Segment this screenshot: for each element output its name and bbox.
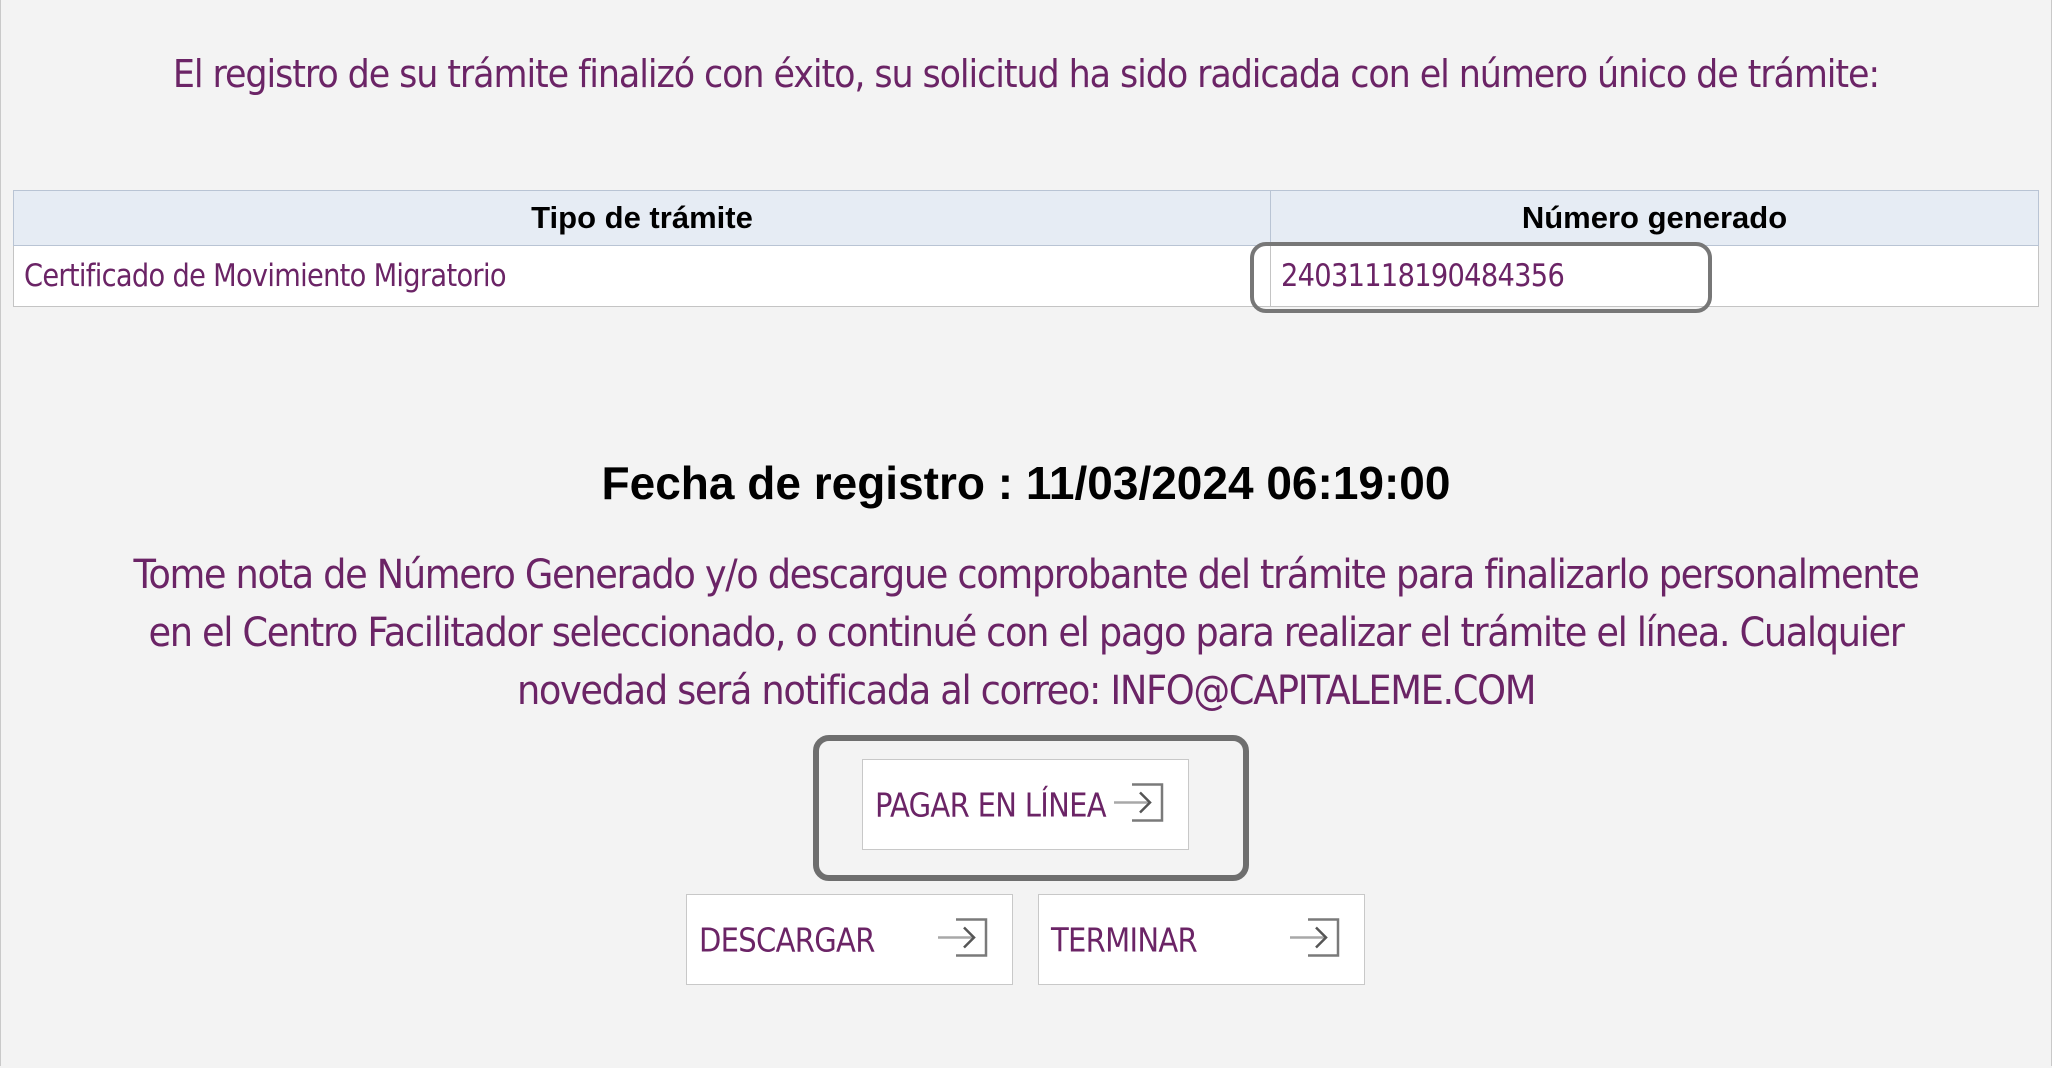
download-label: DESCARGAR <box>699 920 875 959</box>
finish-label: TERMINAR <box>1051 920 1198 959</box>
table-header-row: Tipo de trámite Número generado <box>13 190 2039 246</box>
instruction-note-text: Tome nota de Número Generado y/o descarg… <box>133 552 1919 714</box>
instruction-note: Tome nota de Número Generado y/o descarg… <box>40 546 2012 720</box>
success-message: El registro de su trámite finalizó con é… <box>172 52 1880 96</box>
result-table: Tipo de trámite Número generado Certific… <box>13 190 2039 307</box>
fecha-registro: Fecha de registro : 11/03/2024 06:19:00 <box>601 457 1451 509</box>
sign-in-arrow-icon <box>1112 778 1168 831</box>
sign-in-arrow-icon <box>936 913 992 966</box>
page-frame <box>0 0 2052 1066</box>
finish-button[interactable]: TERMINAR <box>1038 894 1365 985</box>
column-header-tipo: Tipo de trámite <box>13 190 1271 246</box>
pay-online-button[interactable]: PAGAR EN LÍNEA <box>862 759 1189 850</box>
numero-generado-value: 24031118190484356 <box>1281 258 1565 294</box>
cell-numero-generado: 24031118190484356 <box>1270 245 2039 307</box>
table-row: Certificado de Movimiento Migratorio 240… <box>13 245 2039 307</box>
column-header-numero: Número generado <box>1270 190 2039 246</box>
download-button[interactable]: DESCARGAR <box>686 894 1013 985</box>
sign-in-arrow-icon <box>1288 913 1344 966</box>
cell-tipo-tramite: Certificado de Movimiento Migratorio <box>13 245 1271 307</box>
pay-online-label: PAGAR EN LÍNEA <box>875 785 1107 824</box>
tipo-tramite-value: Certificado de Movimiento Migratorio <box>24 258 507 294</box>
